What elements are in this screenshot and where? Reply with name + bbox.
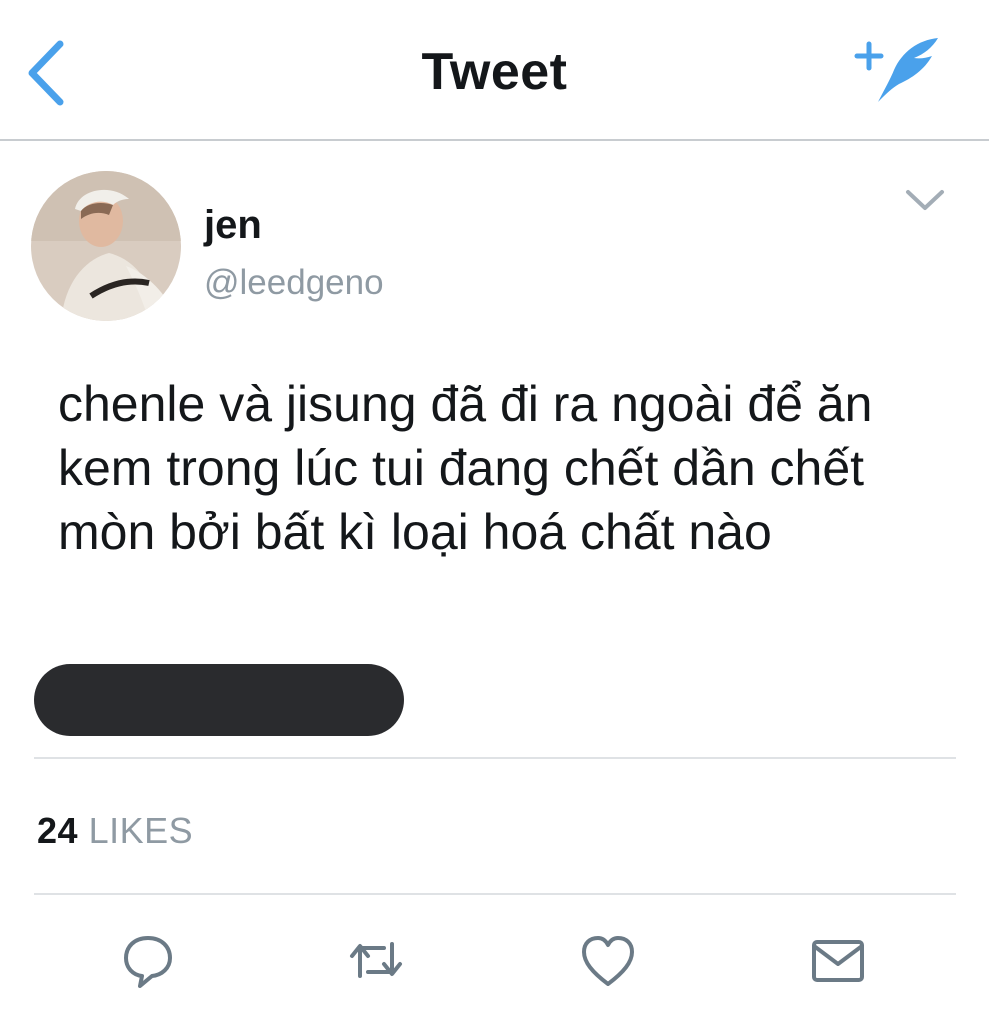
retweet-icon <box>350 942 402 978</box>
like-icon <box>582 936 634 986</box>
compose-tweet-button[interactable] <box>852 30 947 110</box>
direct-message-button[interactable] <box>808 930 868 990</box>
likes-stat[interactable]: 24 LIKES <box>37 810 193 852</box>
compose-tweet-icon <box>854 38 938 102</box>
reply-icon <box>124 936 172 988</box>
page-title: Tweet <box>421 43 568 101</box>
like-button[interactable] <box>578 930 638 990</box>
retweet-button[interactable] <box>346 930 406 990</box>
tweet-options-button[interactable] <box>902 182 948 216</box>
divider <box>34 893 956 895</box>
redacted-timestamp <box>34 664 404 736</box>
chevron-down-icon <box>906 190 944 210</box>
reply-button[interactable] <box>118 930 178 990</box>
likes-label: LIKES <box>88 810 194 851</box>
author-display-name[interactable]: jen <box>204 203 262 248</box>
profile-photo <box>31 171 181 321</box>
tweet-text: chenle và jisung đã đi ra ngoài để ăn ke… <box>58 376 873 560</box>
likes-count: 24 <box>37 810 79 851</box>
divider <box>34 757 956 759</box>
author-handle[interactable]: @leedgeno <box>204 263 384 303</box>
direct-message-icon <box>812 940 864 982</box>
avatar[interactable] <box>31 171 181 321</box>
navigation-bar: Tweet <box>0 0 989 141</box>
